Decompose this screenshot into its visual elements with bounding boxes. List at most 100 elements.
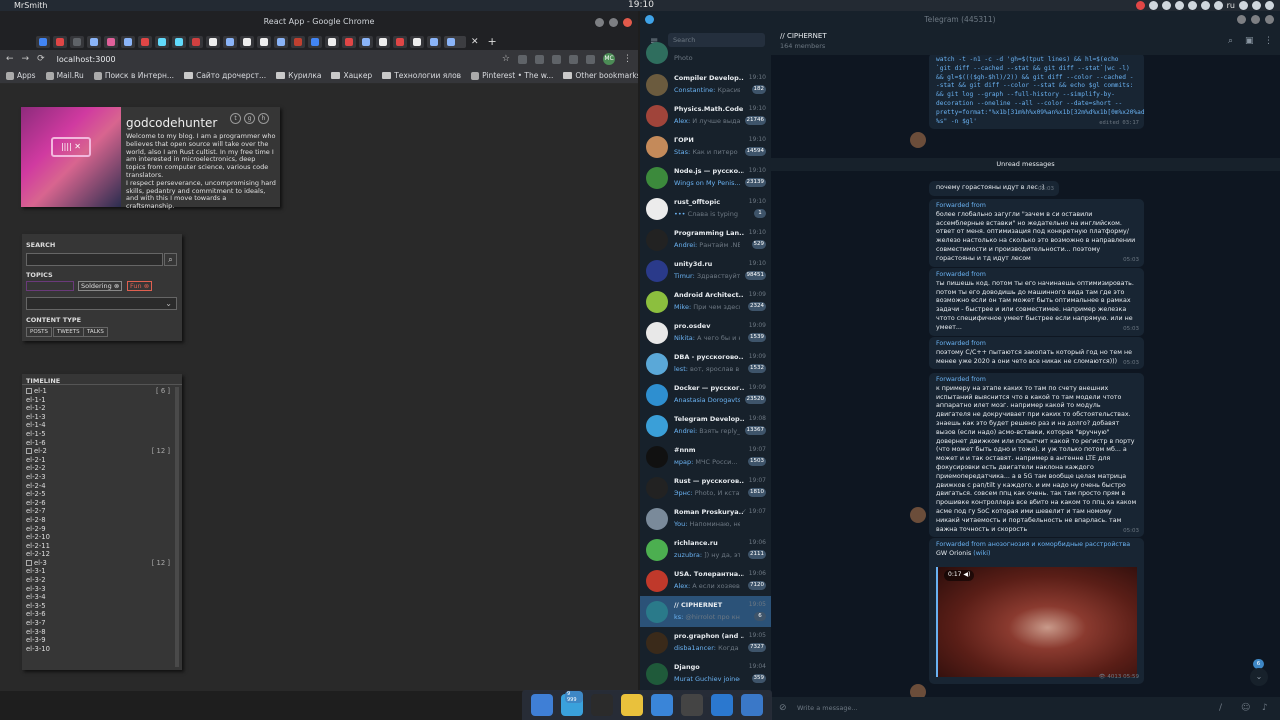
forwarded-label[interactable]: Forwarded from — [936, 271, 1137, 280]
timeline-item[interactable]: el-1-1 — [26, 396, 174, 405]
chat-item[interactable]: Rust — русскогов... 19:07 Эрнс: Photo, И к… — [640, 472, 771, 503]
browser-tab[interactable] — [70, 35, 84, 48]
timeline-item[interactable]: el-3-3 — [26, 585, 174, 594]
browser-tab[interactable] — [257, 35, 271, 48]
message-input[interactable]: Write a message... — [797, 704, 858, 712]
telegram-app-icon[interactable]: 9 999 — [561, 691, 583, 716]
browser-tab[interactable] — [223, 35, 237, 48]
chat-title[interactable]: // CIPHERNET — [780, 32, 827, 40]
browser-tab[interactable] — [172, 35, 186, 48]
close-button[interactable] — [623, 18, 632, 27]
minimize-button[interactable] — [1237, 15, 1246, 24]
browser-tab[interactable] — [240, 35, 254, 48]
sender-avatar[interactable] — [910, 507, 926, 523]
vscode-app-icon[interactable] — [711, 694, 733, 716]
extension-icon[interactable] — [586, 54, 595, 64]
commands-icon[interactable]: / — [1219, 703, 1222, 713]
chat-item[interactable]: USA. Толерантна... 19:06 Alex: А если хозя… — [640, 565, 771, 596]
timeline-group[interactable]: el-3[ 12 ] — [26, 559, 174, 568]
wifi-icon[interactable] — [1239, 1, 1248, 10]
bookmark-item[interactable]: Курилка — [276, 71, 321, 80]
volume-icon[interactable] — [1252, 1, 1261, 10]
chat-item[interactable]: DBA - русскогово... 19:09 lest: вот, яросл… — [640, 348, 771, 379]
sender-avatar[interactable] — [910, 132, 926, 148]
minimize-button[interactable] — [595, 18, 604, 27]
browser-app-icon[interactable] — [651, 694, 673, 716]
topic-soldering[interactable]: Soldering ⊗ — [78, 281, 123, 291]
timeline-item[interactable]: el-2-10 — [26, 533, 174, 542]
chat-item[interactable]: Telegram Develop... 19:08 Andrei: Взять re… — [640, 410, 771, 441]
timeline-item[interactable]: el-2-7 — [26, 507, 174, 516]
browser-tab[interactable] — [121, 35, 135, 48]
close-tab-icon[interactable]: ✕ — [471, 37, 479, 47]
timeline-item[interactable]: el-3-8 — [26, 628, 174, 637]
topic-select-dropdown[interactable]: ⌄ — [26, 297, 177, 310]
timeline-item[interactable]: el-2-1 — [26, 456, 174, 465]
bookmark-item[interactable]: Технологии ялов — [382, 71, 461, 80]
maximize-button[interactable] — [609, 18, 618, 27]
bookmark-item[interactable]: Pinterest • The w... — [471, 71, 553, 80]
forwarded-label[interactable]: Forwarded from — [936, 340, 1137, 349]
forward-icon[interactable]: → — [22, 54, 30, 64]
bookmark-star-icon[interactable]: ☆ — [502, 54, 510, 64]
timeline-item[interactable]: el-1-2 — [26, 404, 174, 413]
tray-app-icon[interactable] — [1161, 1, 1171, 10]
chat-item[interactable]: Programming Lan... 19:10 Andrei: Рантайм .… — [640, 224, 771, 255]
timeline-item[interactable]: el-3-2 — [26, 576, 174, 585]
timeline-item[interactable]: el-3-5 — [26, 602, 174, 611]
terminal-app-icon[interactable] — [681, 694, 703, 716]
scroll-down-button[interactable]: ⌄ — [1250, 668, 1268, 686]
timeline-item[interactable]: el-3-7 — [26, 619, 174, 628]
browser-tab[interactable] — [53, 35, 67, 48]
bookmark-item[interactable]: Хацкер — [331, 71, 372, 80]
menu-dots-icon[interactable]: ⋮ — [623, 54, 632, 64]
chat-item[interactable]: richlance.ru19:06zuzubra: ]) ну да, эта … — [640, 534, 771, 565]
emoji-icon[interactable]: ☺ — [1241, 703, 1250, 713]
files-app-icon[interactable] — [531, 694, 553, 716]
browser-tab[interactable] — [206, 35, 220, 48]
content-type-posts[interactable]: POSTS — [26, 327, 52, 337]
maximize-button[interactable] — [1251, 15, 1260, 24]
timeline-item[interactable]: el-2-6 — [26, 499, 174, 508]
browser-tab[interactable] — [87, 35, 101, 48]
collapse-icon[interactable] — [26, 388, 32, 394]
timeline-item[interactable]: el-3-1 — [26, 567, 174, 576]
chat-search-input[interactable]: Search — [668, 33, 765, 47]
back-icon[interactable]: ← — [6, 54, 14, 64]
timeline-item[interactable]: el-2-3 — [26, 473, 174, 482]
timeline-item[interactable]: el-3-4 — [26, 593, 174, 602]
timeline-item[interactable]: el-1-5 — [26, 430, 174, 439]
topic-fun[interactable]: Fun ⊗ — [127, 281, 153, 291]
timeline-item[interactable]: el-3-6 — [26, 610, 174, 619]
chat-item[interactable]: unity3d.ru19:10Timur: Здравствуйт...9845… — [640, 255, 771, 286]
new-tab-icon[interactable]: + — [488, 35, 497, 48]
extension-icon[interactable] — [569, 54, 578, 64]
browser-tab[interactable] — [189, 35, 203, 48]
chat-item[interactable]: // CIPHERNET19:05ks: @hirrolot про книги… — [640, 596, 771, 627]
active-browser-tab[interactable] — [444, 35, 466, 48]
bookmark-item[interactable]: Поиск в Интерн... — [93, 71, 174, 80]
chat-item[interactable]: Docker — русског... 19:09 Anastasia Doroga… — [640, 379, 771, 410]
battery-icon[interactable] — [1213, 1, 1223, 10]
timeline-item[interactable]: el-2-4 — [26, 482, 174, 491]
browser-tab[interactable] — [104, 35, 118, 48]
chat-item[interactable]: Django19:04Murat Guchiev joined t... 359 — [640, 658, 771, 689]
extension-icon[interactable] — [552, 54, 561, 64]
timeline-item[interactable]: el-2-9 — [26, 525, 174, 534]
timeline-item[interactable]: el-1-3 — [26, 413, 174, 422]
chat-item[interactable]: pro.graphon (and ... 19:05 disba1ancer: Ко… — [640, 627, 771, 658]
other-bookmarks[interactable]: Other bookmarks — [563, 71, 638, 80]
url-field[interactable]: localhost:3000 — [57, 55, 116, 64]
forwarded-label[interactable]: Forwarded from — [936, 202, 1137, 211]
app-icon[interactable] — [741, 694, 763, 716]
close-button[interactable] — [1265, 15, 1274, 24]
browser-tab[interactable] — [376, 35, 390, 48]
sidebar-toggle-icon[interactable]: ▣ — [1245, 36, 1254, 46]
forwarded-label[interactable]: Forwarded from — [936, 376, 1137, 385]
collapse-icon[interactable] — [26, 559, 32, 566]
telegram-tray-icon[interactable] — [1200, 1, 1210, 10]
browser-tab[interactable] — [291, 35, 305, 48]
collapse-icon[interactable] — [26, 448, 32, 455]
timeline-item[interactable]: el-1-6 — [26, 439, 174, 448]
bookmark-item[interactable]: Сайто дрочерст... — [184, 71, 266, 80]
